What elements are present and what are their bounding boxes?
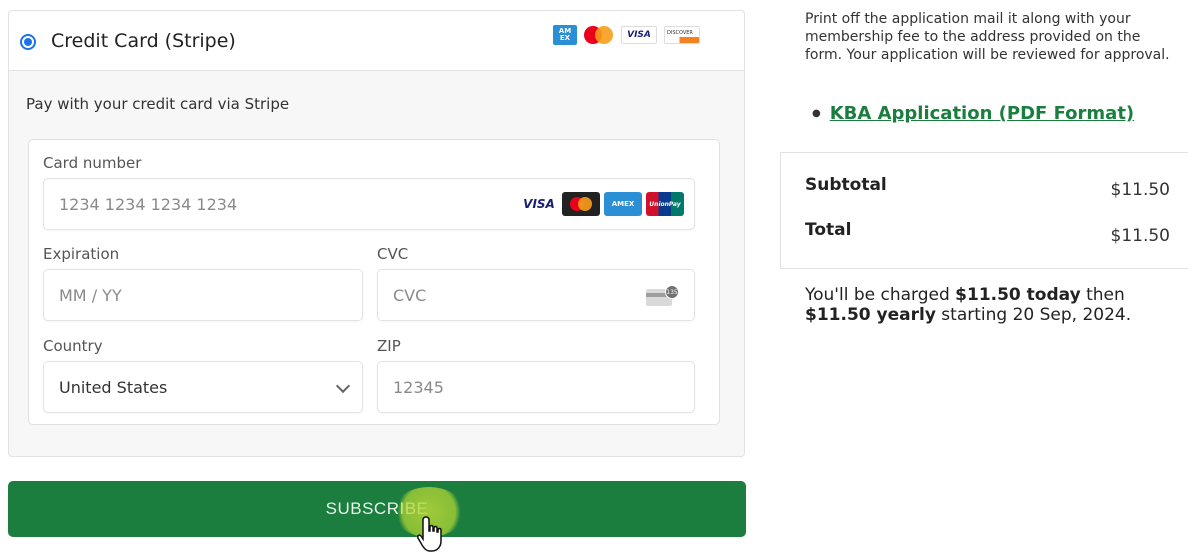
- country-select[interactable]: United States: [43, 361, 363, 413]
- country-value: United States: [59, 378, 168, 397]
- card-number-placeholder: 1234 1234 1234 1234: [59, 195, 238, 214]
- zip-label: ZIP: [377, 337, 401, 355]
- order-summary: Subtotal $11.50 Total $11.50: [780, 152, 1188, 269]
- bullet-icon: ●: [812, 108, 821, 119]
- application-link-item: ● KBA Application (PDF Format): [812, 103, 1134, 124]
- payment-method-row[interactable]: Credit Card (Stripe) AM EX VISA DISCOVER: [9, 11, 744, 71]
- mastercard-icon: [562, 192, 600, 216]
- expiration-input[interactable]: MM / YY: [43, 269, 363, 321]
- country-label: Country: [43, 337, 103, 355]
- cvc-label: CVC: [377, 245, 409, 263]
- total-value: $11.50: [1110, 226, 1170, 246]
- payment-panel: Credit Card (Stripe) AM EX VISA DISCOVER …: [8, 10, 745, 457]
- card-brand-icons: VISA AMEX UnionPay: [520, 192, 684, 216]
- cvc-card-icon: 135: [646, 285, 680, 307]
- unionpay-icon: UnionPay: [646, 192, 684, 216]
- payment-description: Pay with your credit card via Stripe: [26, 95, 290, 113]
- card-number-label: Card number: [43, 154, 142, 172]
- amex-icon: AMEX: [604, 192, 642, 216]
- credit-card-radio[interactable]: [20, 34, 36, 50]
- visa-icon: VISA: [520, 192, 558, 216]
- amex-icon: AMEX: [553, 25, 577, 45]
- card-form: Card number 1234 1234 1234 1234 VISA AME…: [28, 139, 720, 425]
- visa-icon: VISA: [621, 26, 657, 44]
- expiration-label: Expiration: [43, 245, 120, 263]
- subscribe-button[interactable]: SUBSCRIBE: [8, 481, 746, 537]
- application-instructions: Print off the application mail it along …: [805, 11, 1170, 63]
- payment-method-label: Credit Card (Stripe): [51, 30, 236, 52]
- cvc-placeholder: CVC: [393, 286, 427, 305]
- card-number-input[interactable]: 1234 1234 1234 1234 VISA AMEX UnionPay: [43, 178, 695, 230]
- discover-icon: DISCOVER: [664, 26, 700, 44]
- charge-notice: You'll be charged $11.50 today then $11.…: [805, 285, 1132, 325]
- mastercard-icon: [584, 25, 614, 45]
- charge-today-amount: $11.50 today: [955, 285, 1081, 305]
- expiration-placeholder: MM / YY: [59, 286, 122, 305]
- total-label: Total: [805, 220, 852, 240]
- charge-yearly-amount: $11.50 yearly: [805, 305, 936, 325]
- chevron-down-icon: [335, 378, 351, 394]
- kba-application-link[interactable]: KBA Application (PDF Format): [830, 103, 1134, 124]
- zip-input[interactable]: 12345: [377, 361, 695, 413]
- subtotal-value: $11.50: [1110, 180, 1170, 200]
- subtotal-label: Subtotal: [805, 175, 887, 195]
- zip-placeholder: 12345: [393, 378, 444, 397]
- cvc-input[interactable]: CVC 135: [377, 269, 695, 321]
- accepted-cards: AM EX VISA DISCOVER: [553, 25, 700, 45]
